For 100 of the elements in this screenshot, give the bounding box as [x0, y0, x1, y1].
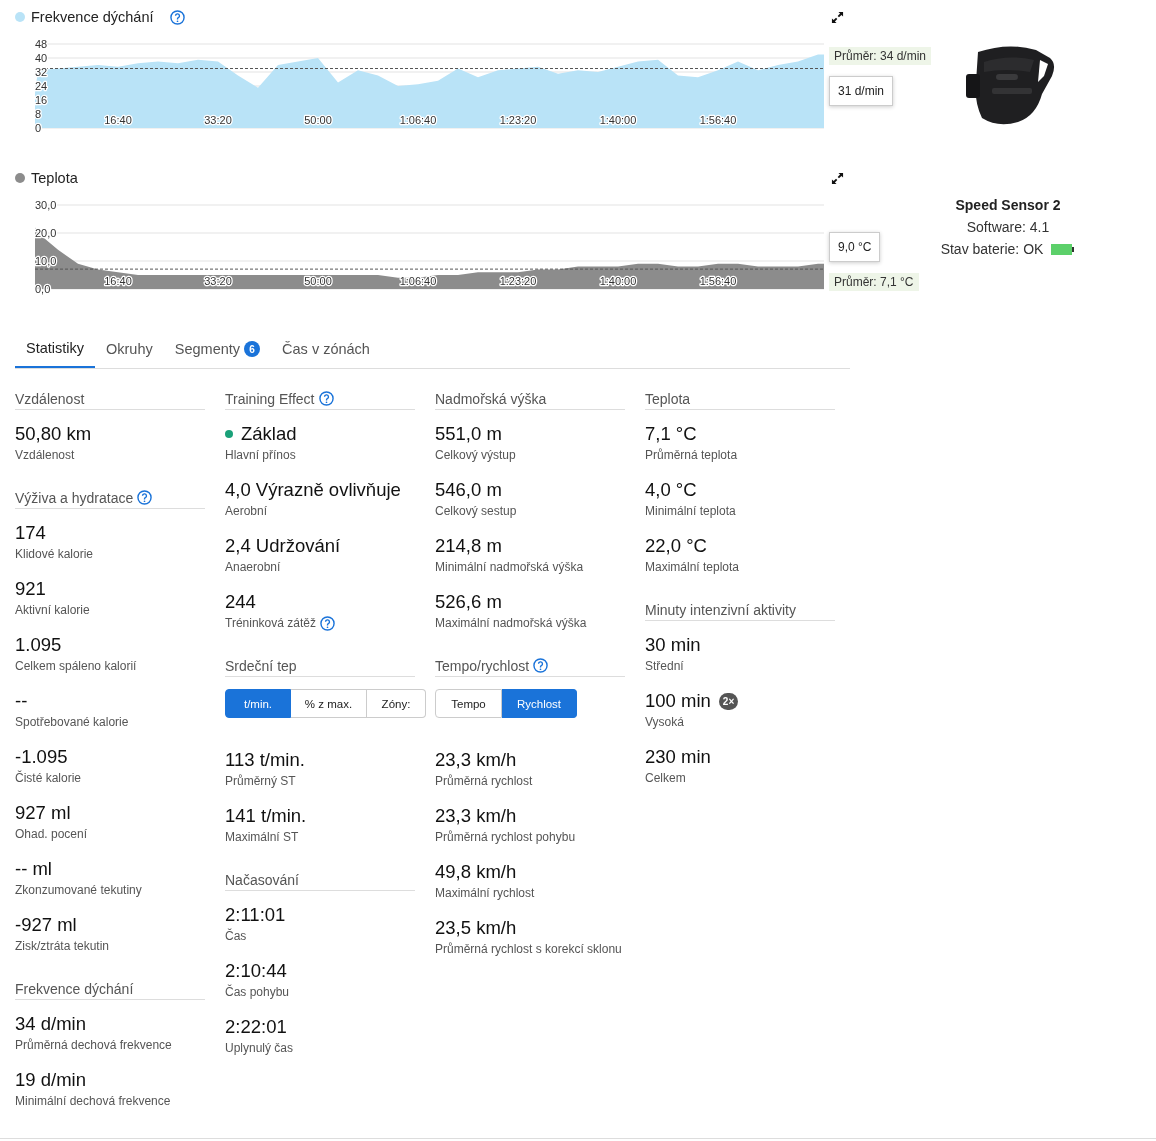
stat-label: Spotřebované kalorie [15, 714, 129, 731]
software-version: Software: 4.1 [966, 218, 1050, 237]
x-axis-label: 50:00 [304, 114, 332, 126]
expand-icon[interactable] [831, 171, 844, 185]
y-axis-label: 30,0 [35, 199, 57, 211]
help-icon[interactable] [137, 490, 153, 505]
toggle-button[interactable]: Zóny: [367, 689, 426, 718]
stat-label: Střední [645, 658, 684, 675]
stat-label: Celkový výstup [435, 447, 516, 464]
battery-icon [1051, 243, 1076, 255]
x-axis-label: 16:40 [104, 275, 132, 287]
stat-value: 100 min [645, 690, 711, 712]
stat-label: Tréninková zátěž [225, 615, 316, 632]
multiplier-badge: 2× [718, 692, 739, 710]
stat-label: Celkový sestup [435, 503, 517, 520]
chart-title: Teplota [31, 170, 78, 186]
toggle-button[interactable]: Rychlost [502, 689, 577, 718]
stat-label: Zisk/ztráta tekutin [15, 938, 110, 955]
average-label: Průměr: 7,1 °C [829, 273, 919, 292]
section-title: Nadmořská výška [435, 390, 547, 407]
tab[interactable]: Okruhy [95, 330, 164, 368]
stat-value: -927 ml [15, 914, 77, 936]
stat-value: -- ml [15, 858, 52, 880]
stat-value: 34 d/min [15, 1013, 86, 1035]
y-axis-label: 0 [35, 122, 42, 134]
section-title: Tempo/rychlost [435, 657, 530, 674]
section-title: Vzdálenost [15, 390, 85, 407]
section-title: Frekvence dýchání [15, 980, 134, 997]
stat-label: Maximální ST [225, 829, 299, 846]
stat-value: 113 t/min. [225, 749, 305, 771]
y-axis-label: 20,0 [35, 227, 57, 239]
toggle-button[interactable]: Tempo [435, 689, 502, 718]
x-axis-label: 1:06:40 [399, 275, 437, 287]
stat-value: 23,3 km/h [435, 805, 517, 827]
x-axis-label: 33:20 [204, 275, 232, 287]
stat-value: 4,0 °C [645, 479, 697, 501]
stat-label: Průměrná rychlost s korekcí sklonu [435, 941, 622, 958]
help-icon[interactable] [533, 658, 549, 673]
x-axis-label: 1:56:40 [699, 114, 737, 126]
x-axis-label: 1:40:00 [599, 114, 637, 126]
help-icon[interactable] [318, 391, 334, 406]
y-axis-label: 0,0 [35, 283, 51, 295]
stat-label: Průměrná rychlost [435, 773, 533, 790]
y-axis-label: 10,0 [35, 255, 57, 267]
stat-label: Hlavní přínos [225, 447, 296, 464]
stat-label: Maximální nadmořská výška [435, 615, 587, 632]
toggle-button[interactable]: t/min. [225, 689, 291, 718]
average-label: Průměr: 34 d/min [829, 46, 932, 65]
expand-icon[interactable] [831, 10, 844, 24]
tab[interactable]: Segmenty 6 [163, 330, 272, 368]
stat-label: Aerobní [225, 503, 268, 520]
stat-value: 22,0 °C [645, 535, 707, 557]
stat-value: 927 ml [15, 802, 71, 824]
stat-label: Průměrná dechová frekvence [15, 1037, 172, 1054]
help-icon[interactable] [319, 615, 335, 631]
stat-label: Maximální rychlost [435, 885, 535, 902]
x-axis-label: 1:40:00 [599, 275, 637, 287]
tooltip: 9,0 °C [829, 231, 881, 262]
stat-label: Čisté kalorie [15, 769, 82, 787]
stat-value: 23,3 km/h [435, 749, 517, 771]
x-axis-label: 1:23:20 [499, 114, 537, 126]
stat-value: -- [15, 690, 28, 712]
stat-label: Vzdálenost [15, 447, 75, 464]
stat-label: Zkonzumované tekutiny [15, 882, 142, 899]
y-axis-label: 8 [35, 108, 42, 120]
stat-value: 921 [15, 578, 46, 600]
stat-label: Klidové kalorie [15, 546, 94, 563]
stat-label: Anaerobní [225, 559, 281, 576]
chart-title: Frekvence dýchání [31, 9, 154, 25]
stat-value: 551,0 m [435, 423, 502, 445]
stat-label: Čas [225, 927, 247, 945]
y-axis-label: 32 [35, 66, 48, 78]
battery-status: Stav baterie: OK [940, 240, 1044, 259]
x-axis-label: 1:23:20 [499, 275, 537, 287]
y-axis-label: 24 [35, 80, 48, 92]
count-badge: 6 [244, 341, 261, 357]
stat-label: Uplynulý čas [225, 1040, 294, 1057]
stat-value: 141 t/min. [225, 805, 307, 827]
y-axis-label: 40 [35, 52, 48, 64]
stat-label: Minimální dechová frekvence [15, 1093, 171, 1110]
y-axis-label: 48 [35, 38, 48, 50]
stat-label: Aktivní kalorie [15, 602, 90, 619]
stat-value: 174 [15, 522, 46, 544]
stat-value: 2,4 Udržování [225, 535, 341, 557]
tab[interactable]: Statistiky [15, 330, 95, 368]
x-axis-label: 1:56:40 [699, 275, 737, 287]
stat-value: 1.095 [15, 634, 62, 656]
stat-label: Celkem [645, 770, 686, 787]
stat-label: Průměrný ST [225, 773, 296, 790]
y-axis-label: 16 [35, 94, 48, 106]
stat-value: 2:22:01 [225, 1016, 287, 1038]
stat-value: 23,5 km/h [435, 917, 517, 939]
toggle-button[interactable]: % z max. [291, 689, 367, 718]
stat-value: 546,0 m [435, 479, 502, 501]
stat-value: 50,80 km [15, 423, 92, 445]
tab[interactable]: Čas v zónách [271, 330, 381, 368]
stat-value: 214,8 m [435, 535, 502, 557]
help-icon[interactable] [169, 9, 185, 25]
stat-label: Průměrná rychlost pohybu [435, 829, 576, 846]
stat-label: Čas pohybu [225, 983, 290, 1001]
